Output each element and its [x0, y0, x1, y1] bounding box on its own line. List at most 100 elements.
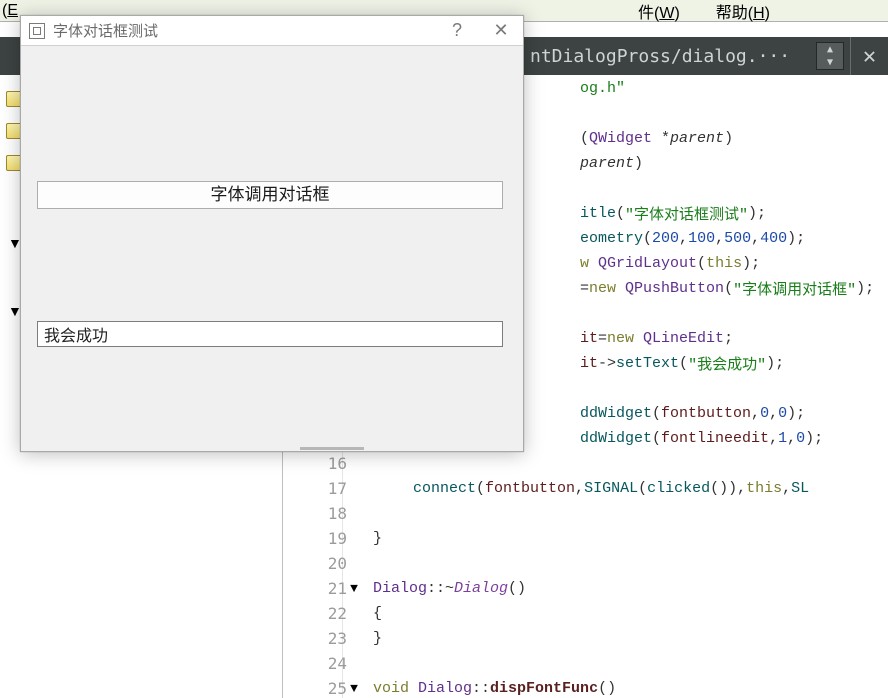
code-token: =: [580, 280, 589, 297]
code-token: dispFontFunc: [490, 680, 598, 697]
code-token: w: [580, 255, 598, 272]
code-token: *: [652, 130, 670, 147]
code-token: ,: [575, 480, 584, 497]
line-number: 23: [293, 625, 347, 652]
code-token: parent: [580, 155, 634, 172]
line-number: 16: [293, 450, 347, 477]
code-token: (: [638, 480, 647, 497]
code-token: fontlineedit: [661, 430, 769, 447]
close-button[interactable]: ✕: [479, 20, 523, 41]
code-row[interactable]: [343, 450, 365, 477]
fold-icon[interactable]: ▼: [343, 681, 365, 696]
code-token: 0: [760, 405, 769, 422]
code-token: fontbutton: [661, 405, 751, 422]
code-row[interactable]: [343, 500, 365, 527]
code-token: ->: [598, 355, 616, 372]
code-token: 100: [688, 230, 715, 247]
code-token: ,: [751, 230, 760, 247]
window-icon: [29, 23, 45, 39]
code-token: 0: [796, 430, 805, 447]
code-token: Dialog: [454, 580, 508, 597]
help-button[interactable]: ?: [435, 20, 479, 41]
code-token: (: [643, 230, 652, 247]
code-token: (: [476, 480, 485, 497]
arrow-down-icon: ▼: [827, 58, 833, 67]
code-token: (: [580, 130, 589, 147]
menu-key: E: [7, 2, 18, 19]
code-token: =: [598, 330, 607, 347]
code-token: ddWidget: [580, 430, 652, 447]
code-row[interactable]: [343, 550, 365, 577]
code-token: fontbutton: [485, 480, 575, 497]
code-token: );: [748, 205, 766, 222]
code-token: clicked: [647, 480, 710, 497]
menu-item-h[interactable]: 帮助(H): [716, 0, 770, 23]
code-token: eometry: [580, 230, 643, 247]
menu-suffix: ): [674, 5, 679, 22]
code-token: Dialog: [418, 680, 472, 697]
code-token: connect: [413, 480, 476, 497]
line-number: 25: [293, 675, 347, 698]
code-token: (): [598, 680, 616, 697]
menu-prefix: 件(: [638, 5, 659, 22]
code-token: ,: [782, 480, 791, 497]
dialog-titlebar[interactable]: 字体对话框测试 ? ✕: [21, 16, 523, 46]
code-token: new: [607, 330, 643, 347]
tab-close-button[interactable]: ✕: [850, 37, 888, 75]
code-row[interactable]: [343, 650, 365, 677]
menu-key: H: [753, 5, 765, 22]
code-row[interactable]: }: [343, 625, 382, 652]
code-token: );: [766, 355, 784, 372]
code-token: 1: [778, 430, 787, 447]
fold-icon[interactable]: ▼: [343, 581, 365, 596]
code-token: ()),: [710, 480, 746, 497]
font-invoke-button[interactable]: 字体调用对话框: [37, 181, 503, 209]
code-token: QPushButton: [625, 280, 724, 297]
code-token: (: [697, 255, 706, 272]
tab-scroll-arrows[interactable]: ▲ ▼: [816, 42, 844, 70]
code-token: og.h": [580, 80, 625, 97]
menu-item-e[interactable]: (E: [2, 2, 18, 20]
code-token: "我会成功": [688, 353, 766, 374]
resize-handle[interactable]: [300, 447, 364, 450]
code-token: );: [787, 405, 805, 422]
code-token: ::~: [427, 580, 454, 597]
code-token: ,: [679, 230, 688, 247]
code-token: it: [580, 330, 598, 347]
code-token: {: [373, 605, 382, 622]
code-token: ,: [787, 430, 796, 447]
code-token: (: [679, 355, 688, 372]
code-token: SL: [791, 480, 809, 497]
code-token: this: [746, 480, 782, 497]
code-token: QLineEdit: [643, 330, 724, 347]
code-token: QGridLayout: [598, 255, 697, 272]
code-token: ::: [472, 680, 490, 697]
code-token: this: [706, 255, 742, 272]
code-token: (: [724, 280, 733, 297]
code-row[interactable]: ▼Dialog::~Dialog(): [343, 575, 526, 602]
menu-prefix: 帮助(: [716, 5, 753, 22]
close-icon: ✕: [863, 44, 876, 69]
dialog-title-text: 字体对话框测试: [53, 20, 158, 41]
code-token: 500: [724, 230, 751, 247]
code-token: );: [856, 280, 874, 297]
code-token: ,: [751, 405, 760, 422]
code-row[interactable]: connect(fontbutton,SIGNAL(clicked()),thi…: [343, 475, 809, 502]
font-dialog-window: 字体对话框测试 ? ✕ 字体调用对话框 我会成功: [20, 15, 524, 452]
line-number: 20: [293, 550, 347, 577]
code-token: (: [652, 430, 661, 447]
code-row[interactable]: {: [343, 600, 382, 627]
menu-key: W: [659, 5, 674, 22]
code-token: QWidget: [589, 130, 652, 147]
code-token: setText: [616, 355, 679, 372]
code-row[interactable]: }: [343, 525, 382, 552]
font-line-edit[interactable]: 我会成功: [37, 321, 503, 347]
menu-item-w[interactable]: 件(W): [638, 0, 680, 23]
code-token: }: [373, 630, 382, 647]
code-token: );: [805, 430, 823, 447]
code-token: ,: [715, 230, 724, 247]
code-row[interactable]: ▼void Dialog::dispFontFunc(): [343, 675, 616, 698]
code-token: 200: [652, 230, 679, 247]
code-token: parent: [670, 130, 724, 147]
code-token: new: [589, 280, 625, 297]
